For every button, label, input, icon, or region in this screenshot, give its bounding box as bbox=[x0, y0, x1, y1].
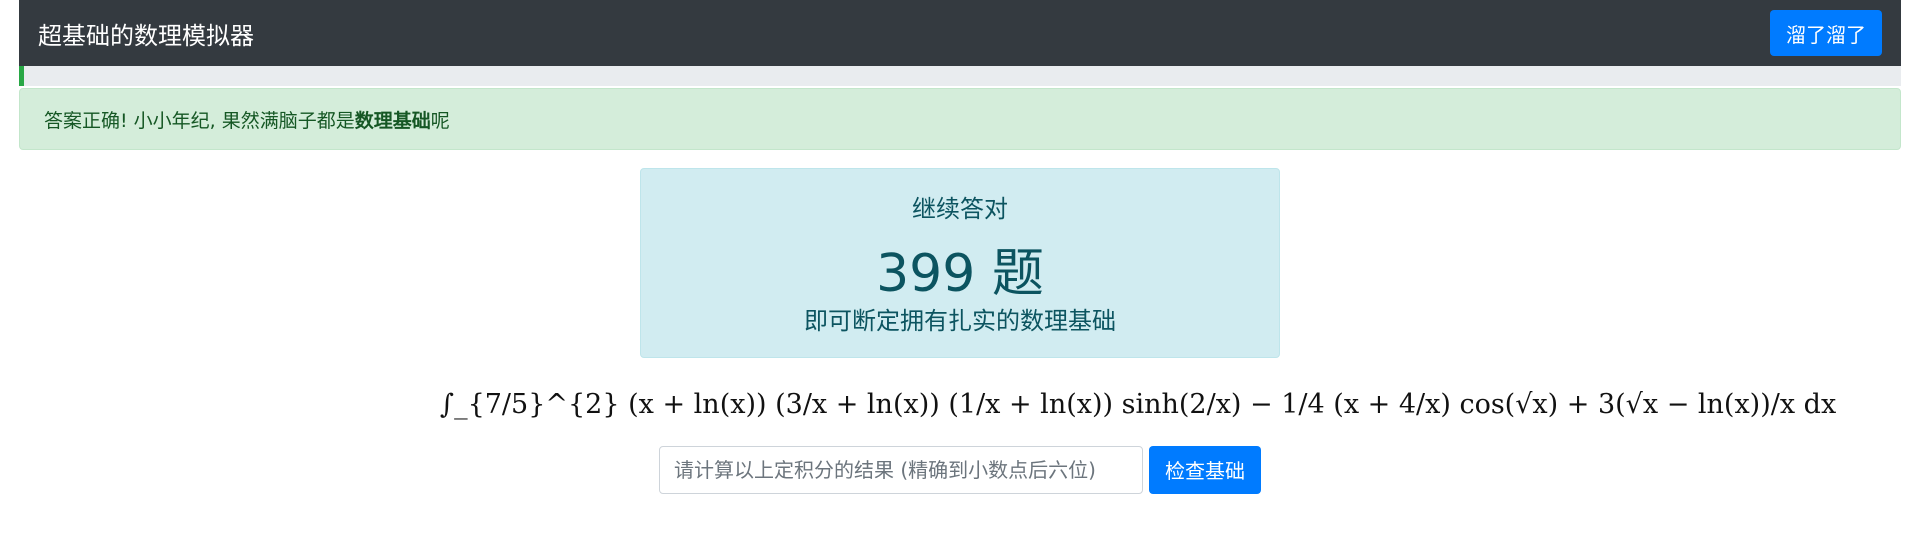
page-container: 超基础的数理模拟器 溜了溜了 答案正确! 小小年纪, 果然满脑子都是 数理基础呢 bbox=[19, 0, 1901, 150]
alert-bold-text: 数理基础 bbox=[354, 109, 431, 132]
navbar: 超基础的数理模拟器 溜了溜了 bbox=[19, 0, 1901, 66]
success-alert: 答案正确! 小小年纪, 果然满脑子都是 数理基础呢 bbox=[19, 88, 1901, 150]
answer-input[interactable] bbox=[659, 446, 1143, 494]
streak-label: 继续答对 bbox=[912, 195, 1008, 223]
streak-info-box: 继续答对 399 题 即可断定拥有扎实的数理基础 bbox=[640, 168, 1280, 358]
progress-fill bbox=[19, 66, 24, 86]
streak-count: 399 题 bbox=[876, 244, 1044, 304]
check-button[interactable]: 检查基础 bbox=[1149, 446, 1261, 494]
alert-text: 答案正确! 小小年纪, 果然满脑子都是 bbox=[44, 109, 355, 132]
quit-button[interactable]: 溜了溜了 bbox=[1770, 10, 1882, 56]
app-title: 超基础的数理模拟器 bbox=[38, 21, 254, 50]
alert-text-end: 呢 bbox=[430, 109, 450, 132]
integral-formula: ∫_{7/5}^{2} (x + ln(x)) (3/x + ln(x)) (1… bbox=[440, 389, 1837, 420]
streak-description: 即可断定拥有扎实的数理基础 bbox=[804, 307, 1116, 335]
progress-bar bbox=[19, 66, 1901, 86]
